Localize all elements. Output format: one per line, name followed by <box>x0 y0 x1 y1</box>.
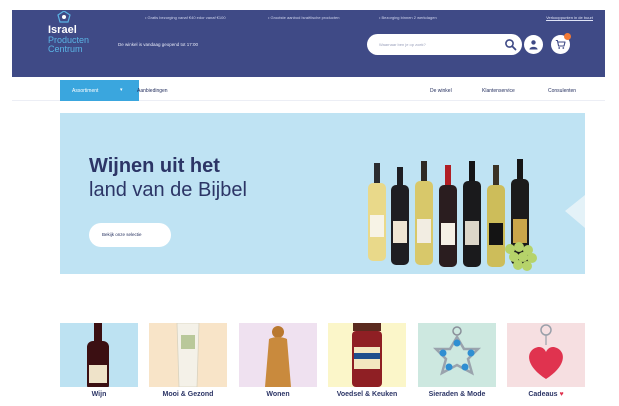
category-beauty-image <box>149 323 227 387</box>
logo-text-centrum: Centrum <box>48 44 83 54</box>
cart-count-badge <box>564 33 571 40</box>
hero-title-line2: land van de Bijbel <box>89 179 247 201</box>
chevron-down-icon: ▾ <box>120 87 123 93</box>
hero-cta-label: Bekijk onze selectie <box>102 232 142 237</box>
category-jewelry-fashion[interactable]: Sieraden & Mode <box>418 323 496 405</box>
category-wine-label: Wijn <box>91 391 107 398</box>
page: • Gratis bezorging vanaf €40 edor vanaf … <box>0 0 619 406</box>
search-icon[interactable] <box>504 38 517 51</box>
search-bar[interactable]: Waarnaar ben je op zoek? <box>367 34 522 55</box>
category-beauty-label: Mooi & Gezond <box>162 391 214 398</box>
category-beauty-health[interactable]: Mooi & Gezond <box>149 323 227 405</box>
category-wine-image <box>60 323 138 387</box>
usp-bar: • Gratis bezorging vanaf €40 edor vanaf … <box>137 10 605 26</box>
nav-customer-service[interactable]: Klantenservice <box>482 88 515 94</box>
cart-icon <box>555 39 566 49</box>
store-opening-hours: De winkel is vandaag geopend tot 17:00 <box>118 42 199 47</box>
category-food-kitchen[interactable]: Voedsel & Keuken <box>328 323 406 405</box>
category-gifts-label: Cadeaus ♥ <box>507 391 585 399</box>
category-gifts-text: Cadeaus <box>528 391 558 398</box>
usp-delivery-time: • Bezorging binnen 2 werkdagen <box>379 15 437 20</box>
category-living-label: Wonen <box>266 391 290 398</box>
assortment-label: Assortiment <box>72 88 99 94</box>
category-living-image <box>239 323 317 387</box>
usp-largest-range: • Grootste aanbod Israëlische producten <box>268 15 340 20</box>
category-wine[interactable]: Wijn <box>60 323 138 405</box>
assortment-button[interactable]: Assortiment ▾ <box>60 80 139 101</box>
hero-banner[interactable]: Wijnen uit het land van de Bijbel Bekijk… <box>60 113 585 274</box>
logo-emblem-icon <box>57 11 71 23</box>
nav-consultants[interactable]: Consulenten <box>548 88 576 94</box>
nav-shop[interactable]: De winkel <box>430 88 452 94</box>
logo[interactable]: Israel Producten Centrum <box>48 11 110 57</box>
account-button[interactable] <box>524 35 543 54</box>
search-input[interactable]: Waarnaar ben je op zoek? <box>379 42 426 47</box>
wine-bottles-image <box>368 159 585 271</box>
category-jewelry-image <box>418 323 496 387</box>
category-jewelry-label: Sieraden & Mode <box>428 391 486 398</box>
usp-free-delivery: • Gratis bezorging vanaf €40 edor vanaf … <box>145 15 226 20</box>
nav-offers[interactable]: Aanbiedingen <box>137 88 168 94</box>
hero-title-line1: Wijnen uit het <box>89 155 220 177</box>
heart-icon: ♥ <box>559 391 564 398</box>
category-food-image <box>328 323 406 387</box>
user-icon <box>529 40 538 50</box>
category-living[interactable]: Wonen <box>239 323 317 405</box>
category-food-label: Voedsel & Keuken <box>336 391 398 398</box>
hero-cta-button[interactable]: Bekijk onze selectie <box>89 223 171 247</box>
category-gifts[interactable]: Cadeaus ♥ <box>507 323 585 405</box>
stores-nearby-link[interactable]: Verkooppunten in de buurt <box>546 15 593 20</box>
category-gifts-image <box>507 323 585 387</box>
main-nav: Assortiment ▾ Aanbiedingen De winkel Kla… <box>12 77 605 101</box>
